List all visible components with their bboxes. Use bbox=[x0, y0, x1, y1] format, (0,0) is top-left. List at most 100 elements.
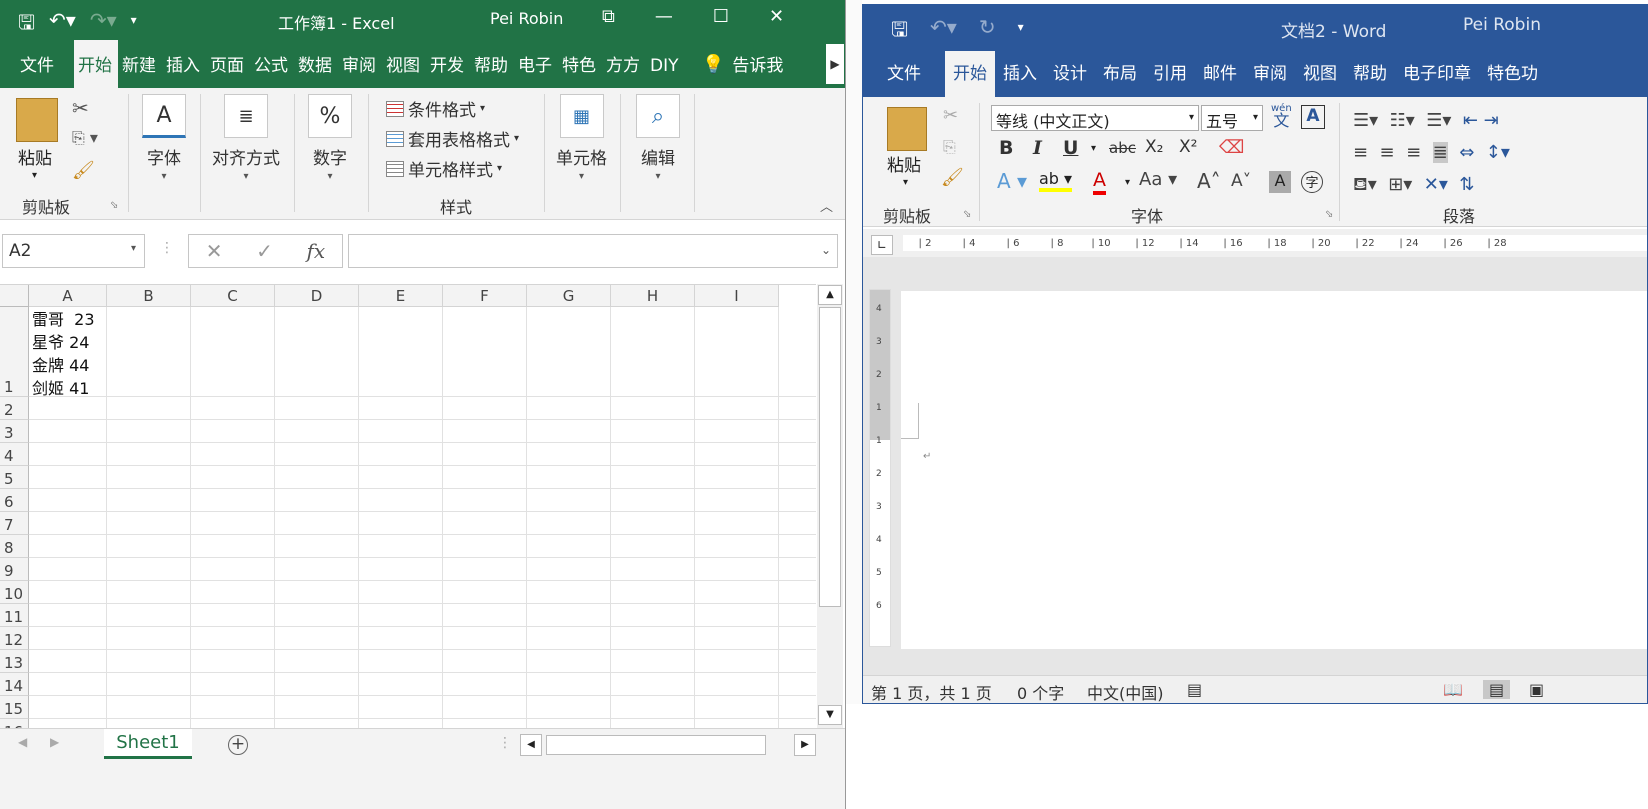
editing-button[interactable]: ⌕ 编辑 ▾ bbox=[636, 94, 680, 182]
tab-view[interactable]: 视图 bbox=[382, 40, 426, 88]
customize-qat-icon[interactable]: ▾ bbox=[1018, 15, 1024, 49]
subscript-button[interactable]: X₂ bbox=[1145, 137, 1163, 157]
tab-data[interactable]: 数据 bbox=[294, 40, 338, 88]
prev-sheet-icon[interactable]: ◀ bbox=[18, 735, 27, 749]
enclose-char-icon[interactable]: 字 bbox=[1301, 171, 1323, 193]
column-header-c[interactable]: C bbox=[191, 285, 275, 307]
font-color-icon[interactable]: A bbox=[1093, 169, 1106, 195]
tab-insert[interactable]: 插入 bbox=[162, 40, 206, 88]
tab-insert[interactable]: 插入 bbox=[995, 51, 1045, 97]
tab-e-seal[interactable]: 电子印章 bbox=[1395, 51, 1479, 97]
paste-dropdown-icon[interactable]: ▾ bbox=[903, 177, 908, 188]
paste-dropdown-icon[interactable]: ▾ bbox=[32, 170, 37, 181]
justify-icon[interactable]: ≣ bbox=[1432, 142, 1448, 163]
shrink-font-icon[interactable]: A˅ bbox=[1231, 171, 1251, 191]
save-icon[interactable]: 🖫 bbox=[18, 8, 35, 42]
column-header-d[interactable]: D bbox=[275, 285, 359, 307]
row-header-14[interactable]: 14 bbox=[0, 673, 29, 696]
paste-button-label[interactable]: 粘贴 bbox=[887, 151, 921, 176]
scroll-left-icon[interactable]: ◀ bbox=[520, 734, 542, 756]
tell-me-search[interactable]: 告诉我 bbox=[724, 40, 791, 88]
tab-file[interactable]: 文件 bbox=[863, 51, 945, 97]
tab-special[interactable]: 特色功 bbox=[1479, 51, 1546, 97]
tab-developer[interactable]: 开发 bbox=[426, 40, 470, 88]
column-header-e[interactable]: E bbox=[359, 285, 443, 307]
clipboard-launcher-icon[interactable]: ⬂ bbox=[963, 209, 971, 220]
confirm-entry-icon[interactable]: ✓ bbox=[256, 239, 273, 263]
grow-font-icon[interactable]: A˄ bbox=[1197, 169, 1221, 193]
scroll-up-icon[interactable]: ▲ bbox=[818, 285, 842, 305]
horizontal-ruler[interactable]: ∟ | 2 | 4 | 6 | 8 | 10 | 12 | 14 | 16 | 18 | 20 | … bbox=[863, 229, 1647, 257]
numbering-icon[interactable]: ☷▾ bbox=[1390, 110, 1415, 131]
column-header-b[interactable]: B bbox=[107, 285, 191, 307]
name-box[interactable]: A2 ▾ bbox=[2, 234, 145, 268]
tab-fangfang[interactable]: 方方 bbox=[602, 40, 646, 88]
font-launcher-icon[interactable]: ⬂ bbox=[1325, 209, 1333, 220]
add-sheet-button[interactable]: + bbox=[228, 735, 248, 755]
tab-selector-icon[interactable]: ∟ bbox=[871, 235, 893, 255]
chinese-layout-icon[interactable]: ✕▾ bbox=[1424, 174, 1448, 195]
undo-icon[interactable]: ↶▾ bbox=[930, 15, 957, 49]
tab-file[interactable]: 文件 bbox=[0, 40, 74, 88]
underline-button[interactable]: U bbox=[1063, 137, 1078, 159]
column-header-g[interactable]: G bbox=[527, 285, 611, 307]
save-icon[interactable]: 🖫 bbox=[891, 15, 908, 49]
font-size-select[interactable]: 五号 ▾ bbox=[1201, 105, 1263, 131]
row-header-3[interactable]: 3 bbox=[0, 420, 29, 443]
minimize-icon[interactable]: — bbox=[655, 6, 673, 27]
print-layout-icon[interactable]: ▤ bbox=[1483, 680, 1511, 699]
alignment-button[interactable]: ≣ 对齐方式 ▾ bbox=[212, 94, 280, 182]
paste-icon[interactable] bbox=[16, 98, 58, 142]
language-indicator[interactable]: 中文(中国) bbox=[1087, 680, 1164, 703]
sort-icon[interactable]: ⇅ bbox=[1459, 174, 1474, 195]
row-header-6[interactable]: 6 bbox=[0, 489, 29, 512]
row-header-4[interactable]: 4 bbox=[0, 443, 29, 466]
vertical-ruler[interactable]: 4 3 2 1 1 2 3 4 5 6 bbox=[869, 289, 891, 647]
shading-icon[interactable]: ⛾▾ bbox=[1353, 174, 1377, 195]
redo-icon[interactable]: ↷▾ bbox=[90, 8, 117, 42]
tab-layout[interactable]: 布局 bbox=[1095, 51, 1145, 97]
distributed-icon[interactable]: ⇔ bbox=[1459, 142, 1474, 163]
tab-formulas[interactable]: 公式 bbox=[250, 40, 294, 88]
align-center-icon[interactable]: ≡ bbox=[1380, 142, 1395, 163]
copy-icon[interactable]: ⎘ ▾ bbox=[72, 128, 98, 148]
column-header-i[interactable]: I bbox=[695, 285, 779, 307]
row-header-1[interactable]: 1 bbox=[0, 307, 29, 397]
formula-input[interactable]: ⌄ bbox=[348, 234, 838, 268]
row-header-12[interactable]: 12 bbox=[0, 627, 29, 650]
select-all-corner[interactable] bbox=[0, 285, 29, 307]
h-scroll-thumb[interactable] bbox=[546, 735, 766, 755]
tab-electronic[interactable]: 电子 bbox=[514, 40, 558, 88]
italic-button[interactable]: I bbox=[1033, 137, 1042, 159]
redo-icon[interactable]: ↻ bbox=[979, 15, 996, 49]
font-color-dropdown-icon[interactable]: ▾ bbox=[1125, 177, 1130, 188]
phonetic-guide-icon[interactable]: wén 文 bbox=[1271, 103, 1292, 129]
read-mode-icon[interactable]: 📖 bbox=[1443, 680, 1463, 699]
tab-special[interactable]: 特色 bbox=[558, 40, 602, 88]
table-format-button[interactable]: 套用表格格式 ▾ bbox=[386, 126, 519, 151]
column-header-a[interactable]: A bbox=[29, 285, 107, 307]
cut-icon[interactable]: ✂ bbox=[943, 105, 958, 126]
customize-qat-icon[interactable]: ▾ bbox=[131, 8, 137, 42]
maximize-icon[interactable]: ☐ bbox=[713, 6, 729, 27]
font-name-select[interactable]: 等线 (中文正文) ▾ bbox=[991, 105, 1199, 131]
document-page[interactable]: ↵ bbox=[901, 291, 1647, 649]
line-spacing-icon[interactable]: ↕▾ bbox=[1486, 142, 1510, 163]
web-layout-icon[interactable]: ▣ bbox=[1529, 680, 1544, 699]
row-header-11[interactable]: 11 bbox=[0, 604, 29, 627]
highlight-icon[interactable]: ab ▾ bbox=[1039, 169, 1073, 192]
tab-references[interactable]: 引用 bbox=[1145, 51, 1195, 97]
copy-icon[interactable]: ⎘ bbox=[943, 137, 956, 157]
clipboard-launcher-icon[interactable]: ⬂ bbox=[110, 200, 118, 211]
word-count[interactable]: 0 个字 bbox=[1017, 680, 1064, 703]
char-border-icon[interactable]: A bbox=[1301, 105, 1325, 129]
excel-user-name[interactable]: Pei Robin bbox=[490, 9, 563, 28]
clear-format-icon[interactable]: ⌫ bbox=[1219, 137, 1244, 158]
tab-view[interactable]: 视图 bbox=[1295, 51, 1345, 97]
row-header-16[interactable]: 16 bbox=[0, 719, 29, 728]
paste-button-label[interactable]: 粘贴 bbox=[18, 144, 52, 169]
tab-review[interactable]: 审阅 bbox=[338, 40, 382, 88]
strikethrough-button[interactable]: abc bbox=[1109, 139, 1136, 157]
tab-diy[interactable]: DIY bbox=[646, 40, 696, 88]
conditional-format-button[interactable]: 条件格式 ▾ bbox=[386, 96, 485, 121]
